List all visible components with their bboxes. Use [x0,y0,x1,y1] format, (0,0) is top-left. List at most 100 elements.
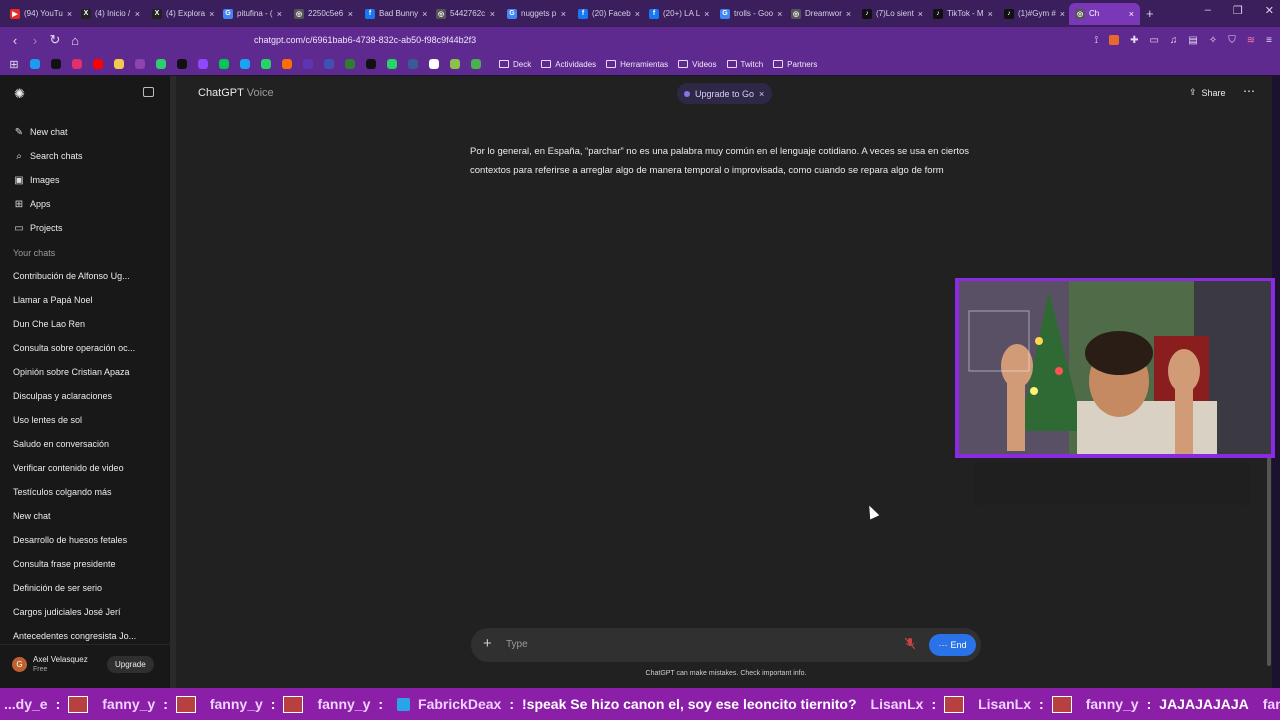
sidebar-item-apps[interactable]: ⊞ Apps [14,192,83,216]
bookmark-icon[interactable] [342,56,358,72]
chat-history-item[interactable]: Saludo en conversación [13,432,163,456]
apps-grid-icon[interactable]: ⊞ [6,56,22,72]
user-account[interactable]: G Axel Velasquez Free Upgrade [0,644,170,688]
chat-history-item[interactable]: Testículos colgando más [13,480,163,504]
menu-icon[interactable]: ≡ [1266,35,1272,46]
back-icon[interactable]: ‹ [5,33,25,48]
browser-tab[interactable]: Gnuggets p × [501,3,572,25]
chat-history-item[interactable]: Uso lentes de sol [13,408,163,432]
tab-close-icon[interactable]: × [490,9,495,19]
sidebar-item-images[interactable]: ▣ Images [14,168,83,192]
openai-logo-icon[interactable]: ✺ [14,86,25,102]
sidebar-scrollbar[interactable] [170,76,176,688]
bookmark-icon[interactable] [153,56,169,72]
upgrade-to-go-pill[interactable]: Upgrade to Go × [677,83,773,104]
bookmark-icon[interactable] [321,56,337,72]
bookmark-icon[interactable] [447,56,463,72]
mic-muted-icon[interactable] [904,637,916,650]
sidebar-item-new-chat[interactable]: ✎ New chat [14,120,83,144]
chat-history-item[interactable]: Contribución de Alfonso Ug... [13,264,163,288]
chat-history-item[interactable]: Dun Che Lao Ren [13,312,163,336]
chat-history-item[interactable]: Disculpas y aclaraciones [13,384,163,408]
browser-tab[interactable]: f (20) Faceb × [572,3,643,25]
sidebar-toggle-icon[interactable] [143,87,154,97]
bookmark-icon[interactable] [48,56,64,72]
close-window-icon[interactable]: ✕ [1265,4,1274,17]
message-input[interactable]: Type [506,639,528,650]
close-icon[interactable]: × [759,89,764,99]
more-options-icon[interactable]: ⋯ [1243,84,1255,98]
bookmark-icon[interactable] [132,56,148,72]
tab-close-icon[interactable]: × [1060,9,1065,19]
chat-history-item[interactable]: Consulta sobre operación oc... [13,336,163,360]
bookmark-icon[interactable] [237,56,253,72]
bookmark-icon[interactable] [363,56,379,72]
sidebar-item-search-chats[interactable]: ⌕ Search chats [14,144,82,168]
bookmark-folder[interactable]: Twitch [726,60,763,69]
chat-history-item[interactable]: Desarrollo de huesos fetales [13,528,163,552]
browser-tab[interactable]: ♪ TikTok - M × [927,3,998,25]
bookmark-icon[interactable] [111,56,127,72]
add-attachment-icon[interactable]: + [483,635,492,652]
bookmark-icon[interactable] [405,56,421,72]
share-button[interactable]: ⇪ Share [1189,87,1226,98]
tab-close-icon[interactable]: × [635,9,640,19]
browser-tab[interactable]: ◎ Dreamwor × [785,3,856,25]
music-icon[interactable]: ♫ [1170,35,1178,46]
bookmark-icon[interactable] [468,56,484,72]
bookmark-icon[interactable] [279,56,295,72]
bookmark-folder[interactable]: Partners [773,60,817,69]
tab-close-icon[interactable]: × [422,9,427,19]
browser-tab[interactable]: X (4) Explora × [146,3,217,25]
end-voice-button[interactable]: ··· End [929,634,976,656]
tab-close-icon[interactable]: × [704,9,709,19]
browser-tab[interactable]: ◎ 2250c5e6 × [288,3,359,25]
page-title[interactable]: ChatGPT Voice [198,87,274,99]
upgrade-button[interactable]: Upgrade [107,656,154,673]
bookmark-folder[interactable]: Videos [678,60,717,69]
bookmark-icon[interactable] [27,56,43,72]
address-bar[interactable]: chatgpt.com/c/6961bab6-4738-832c-ab50-f9… [226,30,970,50]
browser-tab[interactable]: ◎ Ch × [1069,2,1140,25]
shield-icon[interactable]: ⛉ [1228,35,1236,46]
extension-icon[interactable]: ⟟ [1094,35,1098,46]
bookmark-icon[interactable] [258,56,274,72]
sparkle-icon[interactable]: ✧ [1209,35,1217,46]
reload-icon[interactable]: ↻ [45,32,65,48]
tab-close-icon[interactable]: × [67,9,72,19]
browser-tab[interactable]: ♪ (7)Lo sient × [856,3,927,25]
maximize-icon[interactable]: ❐ [1233,4,1243,17]
tab-close-icon[interactable]: × [348,9,353,19]
browser-tab[interactable]: Gtrolls - Goo × [714,3,785,25]
bookmark-folder[interactable]: Actividades [541,60,596,69]
bookmark-folder[interactable]: Herramientas [606,60,668,69]
sidebar-icon[interactable]: ▭ [1149,35,1158,46]
browser-tab[interactable]: ▶ (94) YouTu × [4,3,75,25]
tab-close-icon[interactable]: × [561,9,566,19]
tab-close-icon[interactable]: × [209,9,214,19]
bookmark-icon[interactable] [384,56,400,72]
vpn-icon[interactable]: ≋ [1247,35,1255,46]
tab-close-icon[interactable]: × [1129,9,1134,19]
home-icon[interactable]: ⌂ [65,33,85,48]
tab-close-icon[interactable]: × [135,9,140,19]
bookmark-icon[interactable] [174,56,190,72]
scrollbar-thumb[interactable] [1267,456,1271,666]
tab-close-icon[interactable]: × [918,9,923,19]
tab-close-icon[interactable]: × [988,9,993,19]
bookmark-icon[interactable] [300,56,316,72]
chat-history-item[interactable]: Llamar a Papá Noel [13,288,163,312]
browser-tab[interactable]: Gpitufina - (× [217,3,288,25]
extension-icon[interactable] [1109,35,1120,45]
tab-close-icon[interactable]: × [777,9,782,19]
bookmark-icon[interactable] [195,56,211,72]
chat-history-item[interactable]: Definición de ser serio [13,576,163,600]
chat-history-item[interactable]: Verificar contenido de video [13,456,163,480]
forward-icon[interactable]: › [25,33,45,48]
sidebar-item-projects[interactable]: ▭ Projects [14,216,83,240]
bookmark-icon[interactable] [69,56,85,72]
bookmark-icon[interactable] [426,56,442,72]
browser-tab[interactable]: X (4) Inicio / × [75,3,146,25]
bookmark-icon[interactable] [90,56,106,72]
browser-tab[interactable]: f (20+) LA L × [643,3,714,25]
